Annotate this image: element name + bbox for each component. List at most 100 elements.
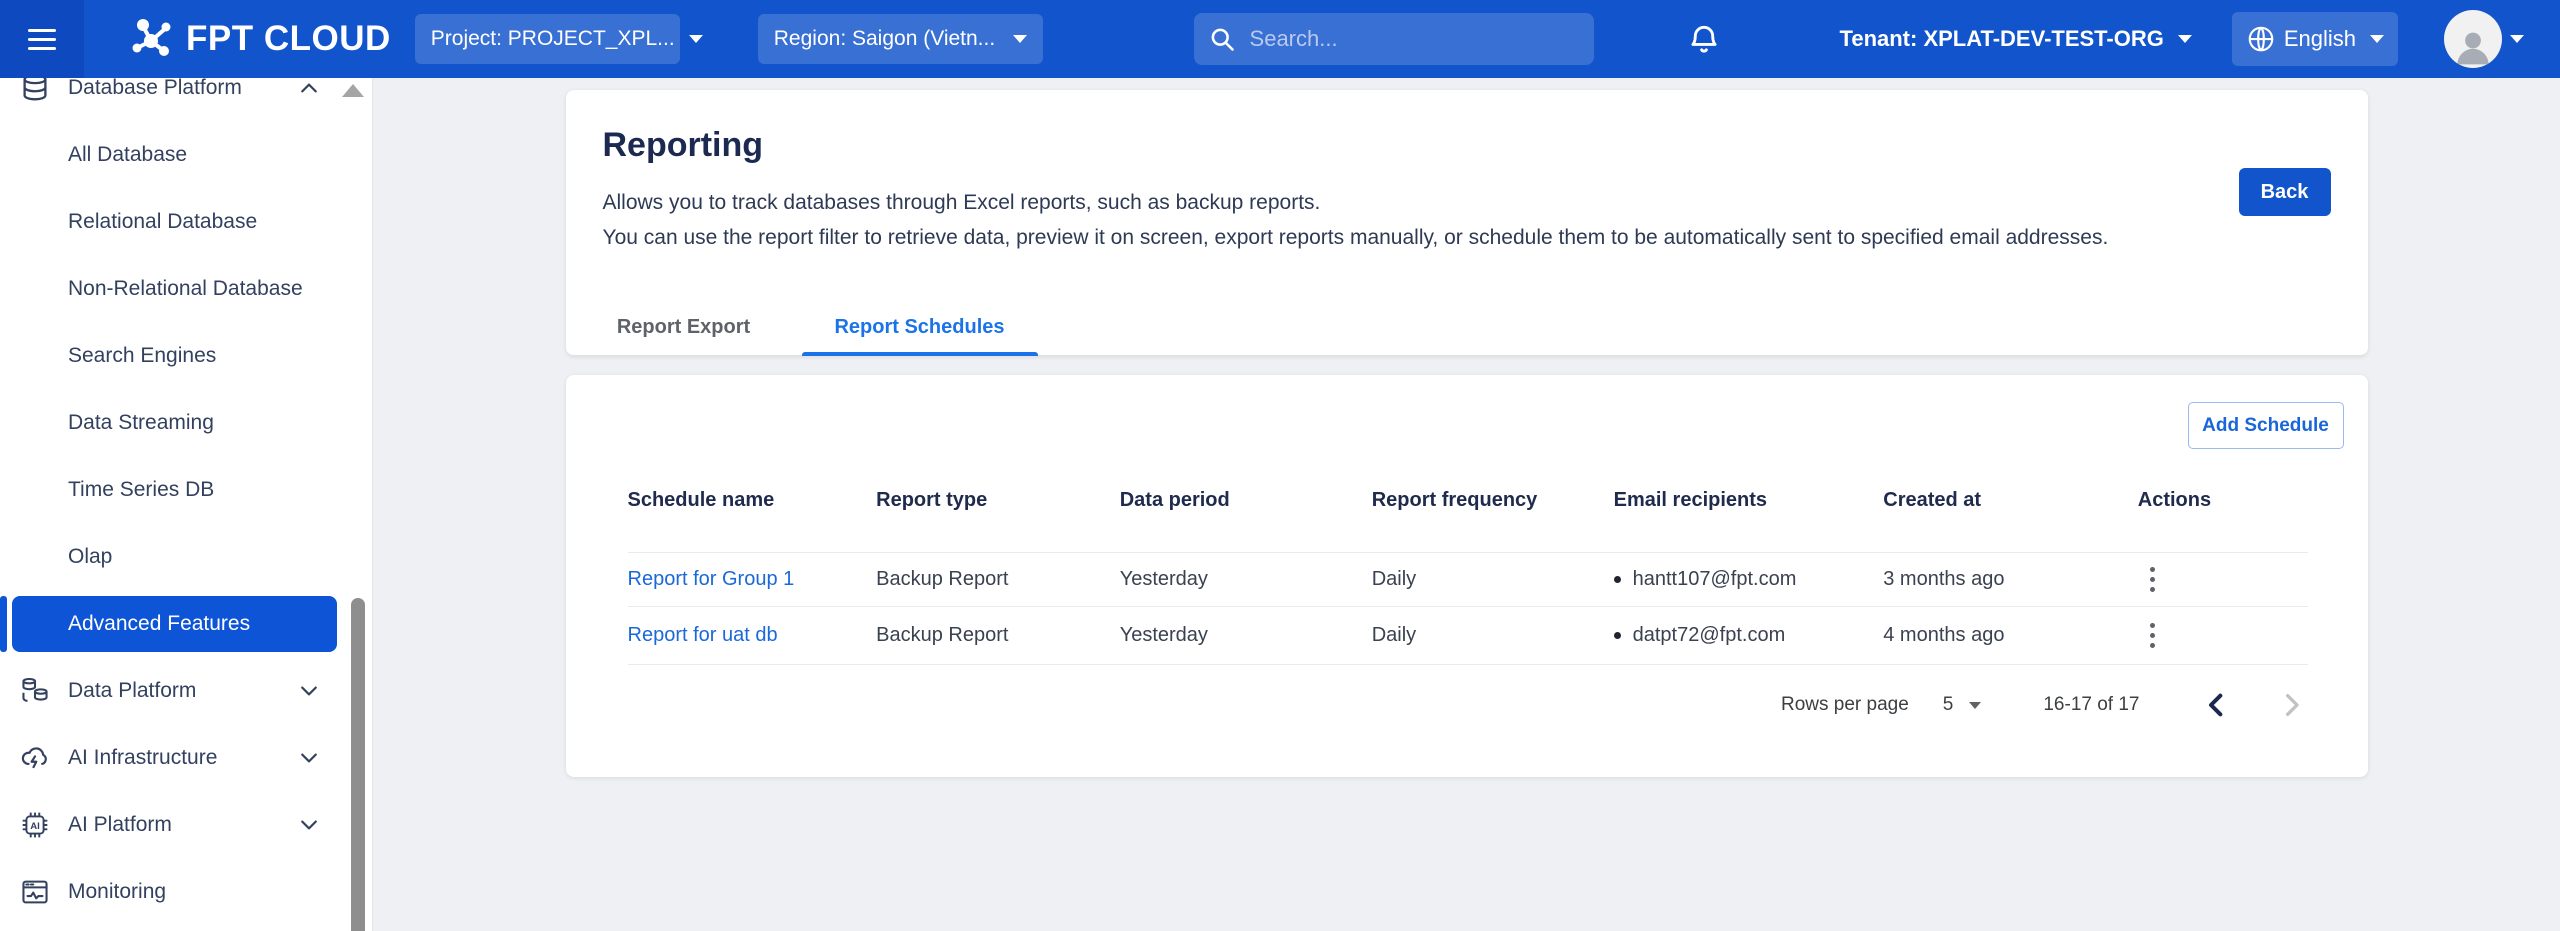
column-header-email-recipients: Email recipients xyxy=(1614,489,1884,512)
rows-per-page-select[interactable]: 5 xyxy=(1943,694,1982,716)
sidebar-item-relational-database[interactable]: Relational Database xyxy=(0,188,372,255)
column-header-report-frequency: Report frequency xyxy=(1372,489,1614,512)
molecule-logo-icon xyxy=(130,16,176,62)
notification-bell-button[interactable] xyxy=(1686,21,1722,57)
sidebar-item-label: Olap xyxy=(68,545,112,569)
global-search[interactable] xyxy=(1194,13,1594,65)
rows-per-page-value: 5 xyxy=(1943,694,1954,716)
email-recipients-cell: hantt107@fpt.com xyxy=(1614,568,1884,591)
project-dropdown[interactable]: Project: PROJECT_XPL... xyxy=(415,14,680,64)
chevron-down-icon xyxy=(300,685,318,697)
region-dropdown-label: Region: Saigon (Vietn... xyxy=(774,27,995,51)
active-route-indicator xyxy=(0,596,7,652)
tab-report-schedules[interactable]: Report Schedules xyxy=(802,300,1038,355)
hamburger-menu-button[interactable] xyxy=(0,0,84,78)
sidebar-item-data-platform[interactable]: Data Platform xyxy=(0,657,372,724)
created-at-cell: 3 months ago xyxy=(1883,568,2138,591)
sidebar-item-all-database[interactable]: All Database xyxy=(0,121,372,188)
sidebar-scrollbar[interactable] xyxy=(351,598,365,931)
add-schedule-button[interactable]: Add Schedule xyxy=(2188,402,2344,449)
report-type-cell: Backup Report xyxy=(876,568,1120,591)
sidebar-item-label: Relational Database xyxy=(68,210,257,234)
sidebar-item-olap[interactable]: Olap xyxy=(0,523,372,590)
tab-bar: Report Export Report Schedules xyxy=(566,300,2368,356)
bell-icon xyxy=(1686,21,1722,57)
tenant-label: Tenant: XPLAT-DEV-TEST-ORG xyxy=(1840,26,2164,52)
sidebar-item-database-platform[interactable]: Database Platform xyxy=(0,78,372,121)
column-header-schedule-name: Schedule name xyxy=(628,489,877,512)
report-type-cell: Backup Report xyxy=(876,624,1120,647)
search-icon xyxy=(1208,25,1236,53)
created-at-cell: 4 months ago xyxy=(1883,624,2138,647)
sidebar-item-label: Advanced Features xyxy=(68,612,250,636)
ai-chip-icon: AI xyxy=(20,810,50,840)
cloud-lightning-icon xyxy=(20,743,50,773)
logo-text: FPT CLOUD xyxy=(186,19,391,59)
column-header-created-at: Created at xyxy=(1883,489,2138,512)
previous-page-button[interactable] xyxy=(2200,687,2230,723)
email-text: datpt72@fpt.com xyxy=(1633,624,1786,647)
avatar xyxy=(2444,10,2502,68)
chevron-down-icon xyxy=(300,752,318,764)
email-recipients-cell: datpt72@fpt.com xyxy=(1614,624,1884,647)
sidebar-item-ai-platform[interactable]: AI AI Platform xyxy=(0,791,372,858)
next-page-button[interactable] xyxy=(2278,687,2308,723)
language-label: English xyxy=(2284,26,2356,52)
sidebar-item-advanced-features[interactable]: Advanced Features xyxy=(12,596,337,652)
language-dropdown[interactable]: English xyxy=(2232,12,2398,66)
sidebar-item-data-streaming[interactable]: Data Streaming xyxy=(0,389,372,456)
chevron-down-icon xyxy=(2510,35,2524,43)
svg-text:AI: AI xyxy=(30,820,40,831)
sidebar-item-ai-infrastructure[interactable]: AI Infrastructure xyxy=(0,724,372,791)
schedule-name-link[interactable]: Report for Group 1 xyxy=(628,568,795,590)
chevron-down-icon xyxy=(1969,702,1981,709)
data-period-cell: Yesterday xyxy=(1120,624,1372,647)
monitoring-icon xyxy=(20,877,50,907)
project-dropdown-label: Project: PROJECT_XPL... xyxy=(431,27,675,51)
report-frequency-cell: Daily xyxy=(1372,624,1614,647)
bullet-icon xyxy=(1614,632,1621,639)
table-row: Report for uat db Backup Report Yesterda… xyxy=(628,607,2308,665)
report-frequency-cell: Daily xyxy=(1372,568,1614,591)
report-schedules-card: Add Schedule Schedule name Report type D… xyxy=(566,375,2368,777)
back-button[interactable]: Back xyxy=(2239,168,2331,216)
sidebar-item-label: Data Platform xyxy=(68,679,300,703)
search-input[interactable] xyxy=(1248,25,1568,53)
column-header-data-period: Data period xyxy=(1120,489,1372,512)
sidebar-item-label: Database Platform xyxy=(68,78,300,100)
chevron-down-icon xyxy=(2370,35,2384,43)
tab-report-export[interactable]: Report Export xyxy=(566,300,802,355)
sidebar-item-search-engines[interactable]: Search Engines xyxy=(0,322,372,389)
sidebar-item-label: Time Series DB xyxy=(68,478,214,502)
pagination-bar: Rows per page 5 16-17 of 17 xyxy=(628,665,2308,745)
hamburger-icon xyxy=(28,29,56,50)
sidebar-item-time-series-db[interactable]: Time Series DB xyxy=(0,456,372,523)
region-dropdown[interactable]: Region: Saigon (Vietn... xyxy=(758,14,1043,64)
column-header-report-type: Report type xyxy=(876,489,1120,512)
sidebar-item-label: All Database xyxy=(68,143,187,167)
data-period-cell: Yesterday xyxy=(1120,568,1372,591)
sidebar-item-label: Monitoring xyxy=(68,880,352,904)
page-title: Reporting xyxy=(603,90,2331,165)
sidebar-item-non-relational-database[interactable]: Non-Relational Database xyxy=(0,255,372,322)
sidebar-item-label: Non-Relational Database xyxy=(68,277,303,301)
sidebar-item-label: AI Infrastructure xyxy=(68,746,300,770)
table-header-row: Schedule name Report type Data period Re… xyxy=(628,402,2308,553)
bullet-icon xyxy=(1614,576,1621,583)
row-actions-kebab-button[interactable] xyxy=(2140,617,2165,654)
pagination-range-label: 16-17 of 17 xyxy=(2043,694,2139,716)
sidebar-item-monitoring[interactable]: Monitoring xyxy=(0,858,372,925)
main-content: Reporting Allows you to track databases … xyxy=(373,78,2560,931)
reporting-header-card: Reporting Allows you to track databases … xyxy=(566,90,2368,356)
chevron-down-icon xyxy=(300,819,318,831)
row-actions-kebab-button[interactable] xyxy=(2140,561,2165,598)
column-header-actions: Actions xyxy=(2138,489,2308,512)
page-description-line1: Allows you to track databases through Ex… xyxy=(603,185,2331,220)
table-row: Report for Group 1 Backup Report Yesterd… xyxy=(628,553,2308,607)
tenant-dropdown[interactable]: Tenant: XPLAT-DEV-TEST-ORG xyxy=(1840,26,2192,52)
user-menu[interactable] xyxy=(2444,10,2524,68)
fpt-cloud-logo: FPT CLOUD xyxy=(130,16,391,62)
chevron-down-icon xyxy=(2178,35,2192,43)
sidebar-scroll-up-arrow[interactable] xyxy=(342,84,364,97)
schedule-name-link[interactable]: Report for uat db xyxy=(628,624,778,646)
